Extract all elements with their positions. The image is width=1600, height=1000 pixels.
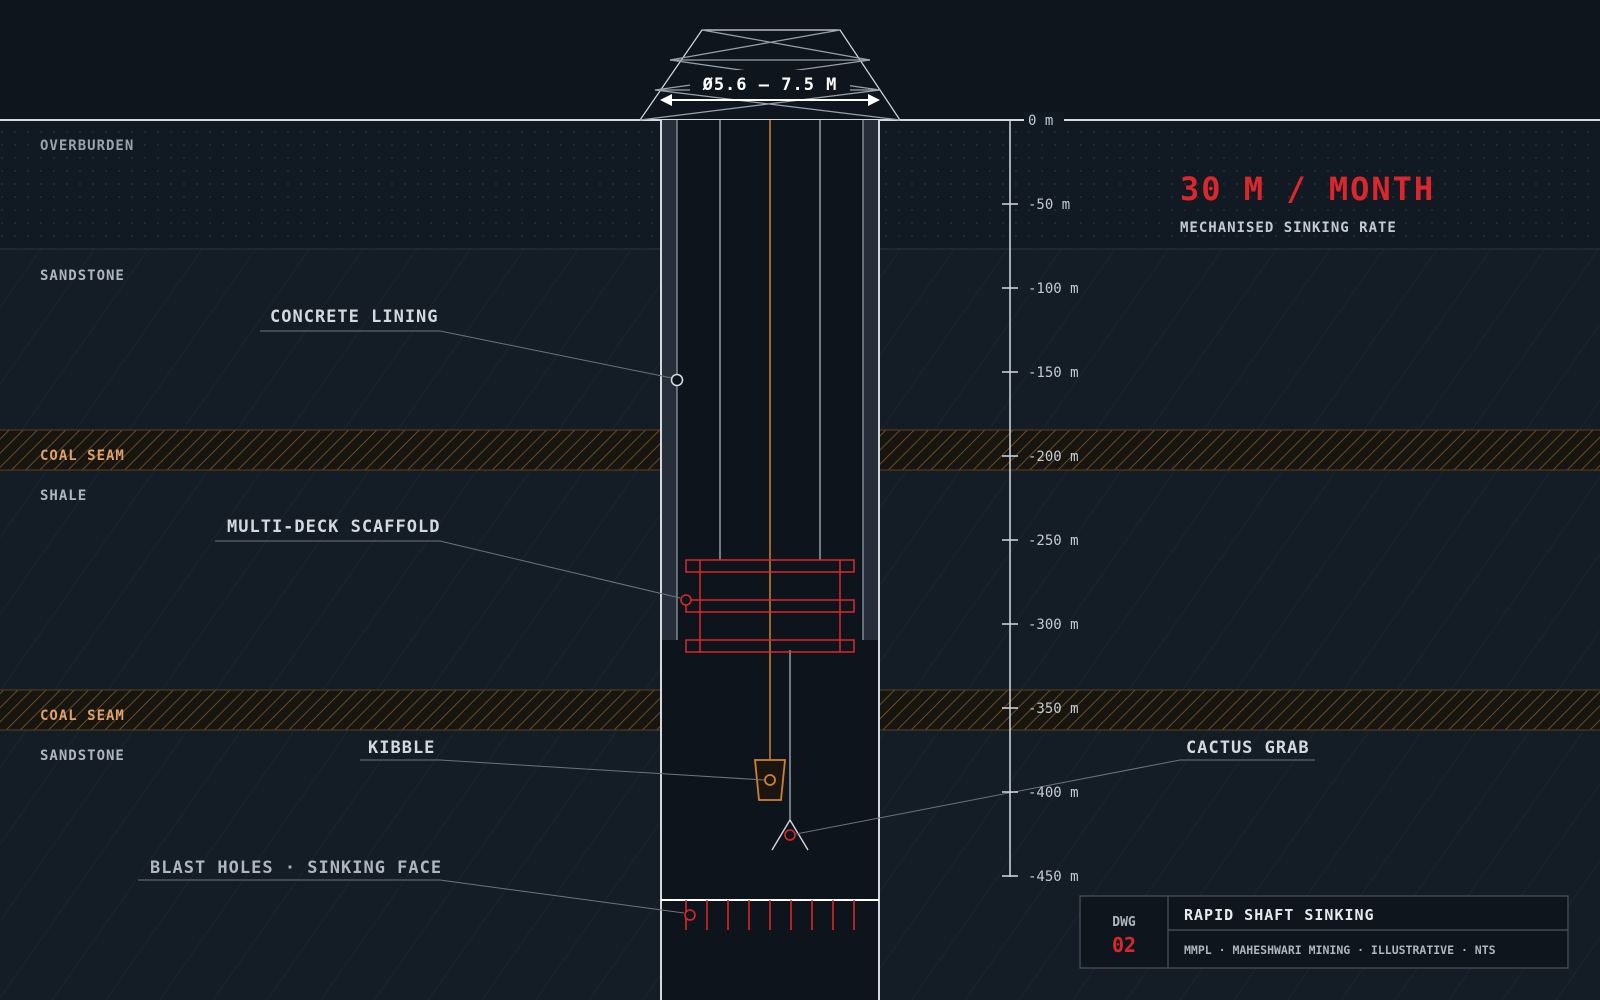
diameter-label: Ø5.6 – 7.5 M — [702, 75, 838, 95]
callout-marker — [680, 594, 692, 606]
callout-label: KIBBLE — [368, 738, 435, 758]
sinking-rate-value: 30 M / MONTH — [1180, 170, 1435, 208]
drawing-title: RAPID SHAFT SINKING — [1184, 906, 1375, 924]
stratum-label: SANDSTONE — [40, 748, 125, 764]
stratum-label: OVERBURDEN — [40, 138, 134, 154]
blast-hole-marker — [684, 909, 696, 921]
diameter-dimension: Ø5.6 – 7.5 M — [660, 70, 880, 106]
depth-tick-label: -400 m — [1028, 785, 1079, 801]
callout-label: CACTUS GRAB — [1186, 738, 1310, 758]
depth-tick-label: 0 m — [1028, 113, 1053, 129]
depth-tick-label: -150 m — [1028, 365, 1079, 381]
drawing-subtitle: MMPL · MAHESHWARI MINING · ILLUSTRATIVE … — [1184, 943, 1496, 957]
dwg-label: DWG — [1112, 915, 1136, 930]
sinking-rate-caption: MECHANISED SINKING RATE — [1180, 220, 1397, 236]
stratum-label: SANDSTONE — [40, 268, 125, 284]
shaft-sinking-diagram: Ø5.6 – 7.5 M OVERBURDEN SANDSTONE COAL S… — [0, 0, 1600, 1000]
depth-tick-label: -450 m — [1028, 869, 1079, 885]
depth-tick-label: -300 m — [1028, 617, 1079, 633]
depth-tick-label: -250 m — [1028, 533, 1079, 549]
callout-label: MULTI-DECK SCAFFOLD — [227, 517, 440, 537]
callout-label: BLAST HOLES · SINKING FACE — [150, 858, 442, 878]
callout-label: CONCRETE LINING — [270, 307, 439, 327]
dwg-number: 02 — [1112, 933, 1136, 957]
depth-tick-label: -350 m — [1028, 701, 1079, 717]
title-block: DWG 02 RAPID SHAFT SINKING MMPL · MAHESH… — [1079, 895, 1569, 969]
depth-tick-label: -100 m — [1028, 281, 1079, 297]
depth-tick-label: -200 m — [1028, 449, 1079, 465]
stratum-label: COAL SEAM — [40, 448, 125, 464]
stratum-label: SHALE — [40, 488, 87, 504]
concrete-lining-right — [863, 120, 879, 640]
stratum-label: COAL SEAM — [40, 708, 125, 724]
callout-marker — [670, 373, 684, 387]
depth-tick-label: -50 m — [1028, 197, 1070, 213]
